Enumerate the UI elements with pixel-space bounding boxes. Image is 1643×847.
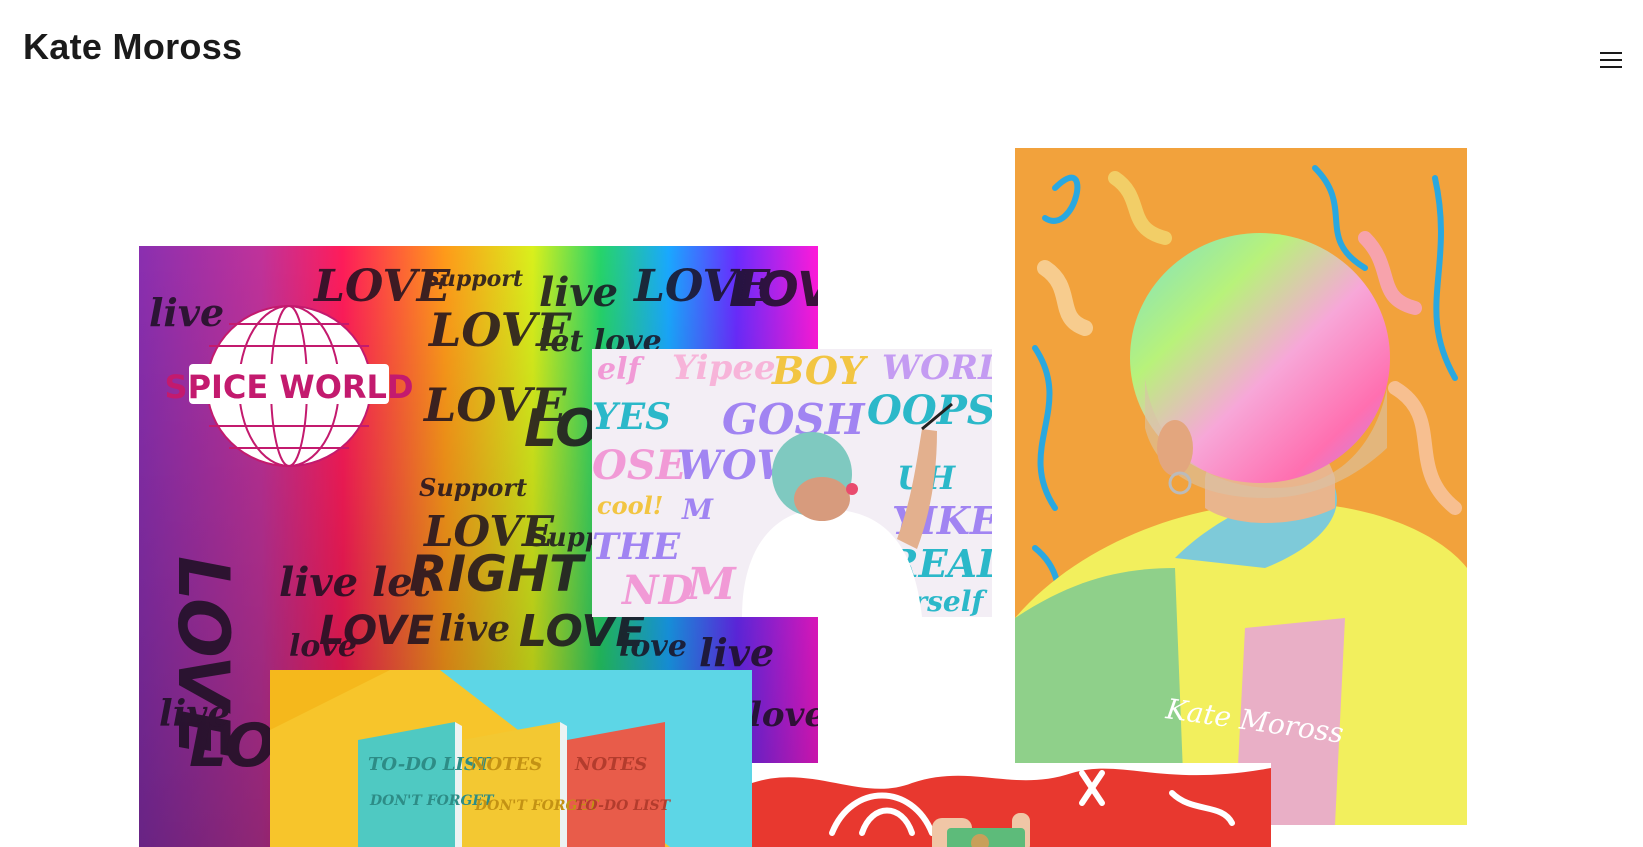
svg-text:ND: ND bbox=[620, 567, 694, 614]
svg-text:cool!: cool! bbox=[597, 491, 663, 520]
svg-text:WORL: WORL bbox=[882, 349, 992, 388]
svg-text:M: M bbox=[681, 493, 714, 526]
svg-text:TO-DO LIST: TO-DO LIST bbox=[575, 798, 672, 814]
phone-artwork-image bbox=[752, 763, 1271, 847]
svg-text:BOY: BOY bbox=[771, 349, 869, 393]
svg-text:NOTES: NOTES bbox=[574, 754, 647, 775]
svg-text:LOVE: LOVE bbox=[729, 262, 818, 318]
svg-text:Yipee: Yipee bbox=[672, 349, 776, 388]
portrait-illustration-image: Kate Moross bbox=[1015, 148, 1467, 825]
svg-text:M: M bbox=[685, 559, 737, 610]
painter-wall-image: elf Yipee BOY WORL YES GOSH OOPS OSE WOW… bbox=[592, 349, 992, 617]
svg-text:elf: elf bbox=[597, 352, 645, 387]
hamburger-menu-icon[interactable] bbox=[1600, 52, 1622, 68]
svg-text:YES: YES bbox=[592, 396, 671, 438]
notebooks-image: TO-DO LIST NOTES NOTES DON'T FORGET DON'… bbox=[270, 670, 752, 847]
svg-text:live: live bbox=[149, 290, 224, 335]
svg-text:love: love bbox=[619, 629, 687, 664]
svg-text:Support: Support bbox=[424, 266, 523, 292]
svg-text:LOVE: LOVE bbox=[319, 608, 434, 654]
svg-text:live: live bbox=[159, 693, 230, 735]
spice-world-logo-text: SPICE WORLD bbox=[165, 368, 414, 406]
svg-text:live: live bbox=[439, 608, 510, 650]
project-tile-painter-wall[interactable]: elf Yipee BOY WORL YES GOSH OOPS OSE WOW… bbox=[592, 349, 992, 617]
svg-text:THE: THE bbox=[592, 526, 681, 568]
svg-text:live: live bbox=[699, 630, 774, 675]
svg-text:OOPS: OOPS bbox=[867, 387, 992, 434]
site-title[interactable]: Kate Moross bbox=[23, 26, 242, 68]
svg-text:NOTES: NOTES bbox=[469, 754, 542, 775]
svg-text:RIGHT: RIGHT bbox=[409, 545, 587, 603]
svg-text:Support: Support bbox=[419, 473, 527, 502]
project-tile-phone[interactable] bbox=[752, 763, 1271, 847]
project-tile-portrait[interactable]: Kate Moross bbox=[1015, 148, 1467, 825]
project-tile-notebooks[interactable]: TO-DO LIST NOTES NOTES DON'T FORGET DON'… bbox=[270, 670, 752, 847]
svg-text:OSE: OSE bbox=[592, 442, 687, 489]
svg-text:love: love bbox=[749, 695, 818, 735]
